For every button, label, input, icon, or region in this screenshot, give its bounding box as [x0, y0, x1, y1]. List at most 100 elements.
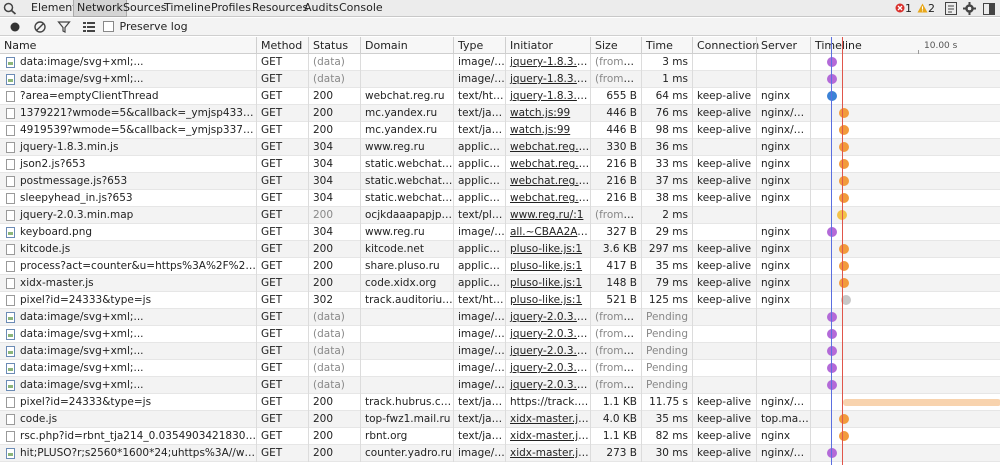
console-drawer-icon[interactable]	[945, 2, 957, 15]
cell-initiator-text[interactable]: xidx-master.js:33	[510, 447, 590, 459]
cell-initiator-text[interactable]: jquery-2.0.3.js:32...	[510, 345, 590, 357]
cell-initiator[interactable]: jquery-1.8.3.min....	[505, 54, 590, 71]
cell-initiator-text[interactable]: pluso-like.js:1	[510, 260, 582, 272]
cell-initiator[interactable]: webchat.reg.ru/:10	[505, 190, 590, 207]
cell-initiator[interactable]: jquery-2.0.3.js:32...	[505, 343, 590, 360]
cell-initiator[interactable]: all.~CBAA2A.js:21	[505, 224, 590, 241]
table-row[interactable]: data:image/svg+xml;... GET (data) image/sv.…	[0, 71, 1000, 88]
cell-initiator[interactable]: jquery-1.8.3.min....	[505, 88, 590, 105]
cell-initiator-text[interactable]: all.~CBAA2A.js:21	[510, 226, 590, 238]
table-row[interactable]: jquery-2.0.3.min.map GET 200 ocjkdaaapapjpm…	[0, 207, 1000, 224]
table-row[interactable]: code.js GET 200 top-fwz1.mail.ru text/java..…	[0, 411, 1000, 428]
cell-initiator[interactable]: pluso-like.js:1	[505, 275, 590, 292]
table-row[interactable]: data:image/svg+xml;... GET (data) image/sv.…	[0, 343, 1000, 360]
error-count[interactable]: 1	[895, 0, 912, 17]
cell-initiator-text[interactable]: webchat.reg.ru/:9	[510, 175, 590, 187]
preserve-log-toggle[interactable]: Preserve log	[103, 20, 188, 34]
cell-initiator-text[interactable]: jquery-2.0.3.js:32...	[510, 362, 590, 374]
cell-initiator-text[interactable]: webchat.reg.ru/:6	[510, 141, 590, 153]
cell-initiator[interactable]: xidx-master.js:44	[505, 428, 590, 445]
cell-initiator[interactable]: pluso-like.js:1	[505, 258, 590, 275]
table-row[interactable]: rsc.php?id=rbnt_tja214_0.035490342183038…	[0, 428, 1000, 445]
filter-icon[interactable]	[57, 20, 71, 34]
cell-initiator-text[interactable]: xidx-master.js:15	[510, 413, 590, 425]
cell-initiator[interactable]: www.reg.ru/:1	[505, 207, 590, 224]
table-row[interactable]: json2.js?653 GET 304 static.webchat.reg....…	[0, 156, 1000, 173]
column-header-status[interactable]: Status	[308, 37, 360, 54]
table-row[interactable]: xidx-master.js GET 200 code.xidx.org applica…	[0, 275, 1000, 292]
cell-initiator-text[interactable]: xidx-master.js:44	[510, 430, 590, 442]
table-row[interactable]: jquery-1.8.3.min.js GET 304 www.reg.ru appli…	[0, 139, 1000, 156]
warning-count[interactable]: 2	[917, 0, 935, 17]
preserve-log-checkbox[interactable]	[103, 21, 114, 32]
column-header-type[interactable]: Type	[453, 37, 505, 54]
cell-initiator-text[interactable]: https://track.aud...	[510, 396, 590, 408]
column-header-timeline[interactable]: Timeline	[810, 37, 1000, 54]
cell-initiator[interactable]: watch.js:99	[505, 105, 590, 122]
cell-initiator-text[interactable]: jquery-1.8.3.min....	[510, 90, 590, 102]
cell-initiator-text[interactable]: jquery-2.0.3.js:32...	[510, 311, 590, 323]
cell-initiator[interactable]: jquery-2.0.3.js:32...	[505, 309, 590, 326]
tab-timeline[interactable]: Timeline	[161, 0, 214, 17]
table-row[interactable]: data:image/svg+xml;... GET (data) image/sv.…	[0, 54, 1000, 71]
cell-initiator-text[interactable]: jquery-1.8.3.min....	[510, 73, 590, 85]
tab-console[interactable]: Console	[336, 0, 386, 17]
column-header-size[interactable]: Size	[590, 37, 641, 54]
table-row[interactable]: pixel?id=24333&type=js GET 200 track.hubrus…	[0, 394, 1000, 411]
cell-initiator-text[interactable]: jquery-2.0.3.js:32...	[510, 328, 590, 340]
column-header-time[interactable]: Time	[641, 37, 692, 54]
clear-icon[interactable]	[33, 20, 47, 34]
cell-initiator[interactable]: jquery-2.0.3.js:32...	[505, 377, 590, 394]
table-row[interactable]: 1379221?wmode=5&callback=_ymjsp433304899…	[0, 105, 1000, 122]
column-header-name[interactable]: Name	[0, 37, 256, 54]
cell-initiator-text[interactable]: watch.js:99	[510, 124, 570, 136]
cell-initiator-text[interactable]: jquery-1.8.3.min....	[510, 56, 590, 68]
table-row[interactable]: data:image/svg+xml;... GET (data) image/sv.…	[0, 377, 1000, 394]
gear-icon[interactable]	[963, 2, 976, 15]
cell-initiator[interactable]: pluso-like.js:1	[505, 292, 590, 309]
column-header-domain[interactable]: Domain	[360, 37, 453, 54]
table-row[interactable]: data:image/svg+xml;... GET (data) image/sv.…	[0, 326, 1000, 343]
dock-icon[interactable]	[983, 3, 995, 15]
cell-initiator[interactable]: jquery-1.8.3.min....	[505, 71, 590, 88]
table-row[interactable]: sleepyhead_in.js?653 GET 304 static.webchat…	[0, 190, 1000, 207]
cell-initiator[interactable]: pluso-like.js:1	[505, 241, 590, 258]
cell-initiator[interactable]: xidx-master.js:33	[505, 445, 590, 462]
column-header-initiator[interactable]: Initiator	[505, 37, 590, 54]
cell-initiator[interactable]: jquery-2.0.3.js:32...	[505, 326, 590, 343]
large-rows-icon[interactable]	[82, 20, 96, 34]
table-row[interactable]: 4919539?wmode=5&callback=_ymjsp337800160…	[0, 122, 1000, 139]
cell-initiator-text[interactable]: pluso-like.js:1	[510, 294, 582, 306]
table-row[interactable]: postmessage.js?653 GET 304 static.webchat.r…	[0, 173, 1000, 190]
record-icon[interactable]	[8, 20, 22, 34]
table-row[interactable]: process?act=counter&u=https%3A%2F%2Fwww.…	[0, 258, 1000, 275]
cell-initiator[interactable]: watch.js:99	[505, 122, 590, 139]
search-icon[interactable]	[3, 2, 17, 15]
table-row[interactable]: keyboard.png GET 304 www.reg.ru image/p... al…	[0, 224, 1000, 241]
cell-initiator[interactable]: webchat.reg.ru/:8	[505, 156, 590, 173]
cell-initiator-text[interactable]: webchat.reg.ru/:10	[510, 192, 590, 204]
tab-network[interactable]: Network	[73, 0, 127, 17]
column-header-connection[interactable]: Connection	[692, 37, 759, 54]
cell-initiator[interactable]: jquery-2.0.3.js:32...	[505, 360, 590, 377]
table-row[interactable]: kitcode.js GET 200 kitcode.net applicati... p…	[0, 241, 1000, 258]
cell-initiator-text[interactable]: webchat.reg.ru/:8	[510, 158, 590, 170]
cell-initiator-text[interactable]: jquery-2.0.3.js:32...	[510, 379, 590, 391]
column-header-server[interactable]: Server	[756, 37, 810, 54]
cell-initiator-text[interactable]: watch.js:99	[510, 107, 570, 119]
table-row[interactable]: ?area=emptyClientThread GET 200 webchat.reg…	[0, 88, 1000, 105]
table-row[interactable]: hit;PLUSO?r;s2560*1600*24;uhttps%3A//www…	[0, 445, 1000, 462]
cell-initiator[interactable]: xidx-master.js:15	[505, 411, 590, 428]
column-header-method[interactable]: Method	[256, 37, 308, 54]
cell-initiator-text[interactable]: www.reg.ru/:1	[510, 209, 583, 221]
table-row[interactable]: pixel?id=24333&type=js GET 302 track.audito…	[0, 292, 1000, 309]
cell-initiator[interactable]: webchat.reg.ru/:9	[505, 173, 590, 190]
table-row[interactable]: data:image/svg+xml;... GET (data) image/sv.…	[0, 360, 1000, 377]
cell-initiator[interactable]: https://track.aud...	[505, 394, 590, 411]
cell-initiator-text[interactable]: pluso-like.js:1	[510, 243, 582, 255]
table-row[interactable]: data:image/svg+xml;... GET (data) image/sv.…	[0, 309, 1000, 326]
cell-initiator[interactable]: webchat.reg.ru/:6	[505, 139, 590, 156]
cell-status: 200	[308, 88, 360, 105]
tab-profiles[interactable]: Profiles	[208, 0, 254, 17]
cell-initiator-text[interactable]: pluso-like.js:1	[510, 277, 582, 289]
